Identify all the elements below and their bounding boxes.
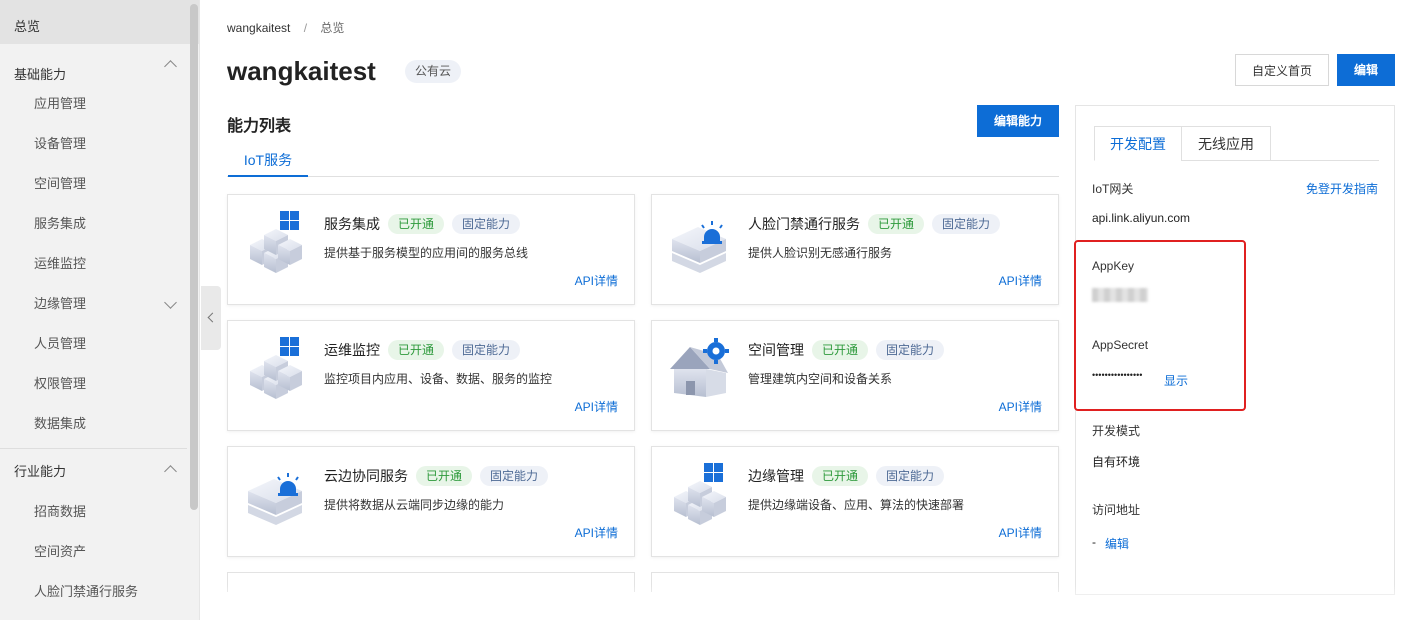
cubes-icon bbox=[242, 335, 310, 403]
api-details-link[interactable]: API详情 bbox=[575, 398, 618, 415]
sidebar-item-label: 边缘管理 bbox=[34, 296, 87, 311]
sidebar-scrollbar[interactable] bbox=[190, 4, 198, 510]
sidebar-item-service-integration[interactable]: 服务集成 bbox=[0, 204, 199, 244]
gateway-label: IoT网关 bbox=[1092, 182, 1134, 196]
sidebar-item-ops-monitoring[interactable]: 运维监控 bbox=[0, 244, 199, 284]
dev-mode-label: 开发模式 bbox=[1092, 424, 1141, 438]
api-details-link[interactable]: API详情 bbox=[999, 272, 1042, 289]
edit-button[interactable]: 编辑 bbox=[1337, 54, 1395, 86]
breadcrumb-separator: / bbox=[303, 21, 308, 35]
sidebar-group-basic[interactable]: 基础能力 bbox=[0, 44, 199, 84]
sidebar-item-app-management[interactable]: 应用管理 bbox=[0, 84, 199, 124]
bottom-fade bbox=[200, 585, 1421, 620]
status-badge: 已开通 bbox=[388, 340, 445, 360]
capability-card-face-access[interactable]: 人脸门禁通行服务 已开通 固定能力 提供人脸识别无感通行服务 API详情 bbox=[651, 194, 1059, 305]
section-title: 能力列表 bbox=[227, 118, 292, 135]
sidebar-item-personnel[interactable]: 人员管理 bbox=[0, 324, 199, 364]
house-gear-icon bbox=[666, 335, 734, 403]
status-badge: 已开通 bbox=[416, 466, 473, 486]
api-details-link[interactable]: API详情 bbox=[575, 272, 618, 289]
panel-tabs: 开发配置 无线应用 bbox=[1094, 126, 1379, 161]
sidebar-group-industry[interactable]: 行业能力 bbox=[0, 448, 187, 492]
guide-link[interactable]: 免登开发指南 bbox=[1306, 180, 1378, 197]
access-address-dash: - bbox=[1092, 535, 1096, 549]
server-alarm-icon bbox=[242, 461, 310, 529]
card-description: 提供边缘端设备、应用、算法的快速部署 bbox=[748, 498, 965, 512]
card-description: 提供人脸识别无感通行服务 bbox=[748, 246, 893, 260]
status-badge: 已开通 bbox=[812, 466, 869, 486]
capability-card-ops-monitoring[interactable]: 运维监控 已开通 固定能力 监控项目内应用、设备、数据、服务的监控 API详情 bbox=[227, 320, 635, 431]
access-address-label: 访问地址 bbox=[1092, 503, 1141, 517]
card-title: 服务集成 bbox=[324, 216, 380, 232]
card-description: 提供基于服务模型的应用间的服务总线 bbox=[324, 246, 529, 260]
card-title: 云边协同服务 bbox=[324, 468, 408, 484]
sidebar-group-label: 行业能力 bbox=[14, 464, 67, 479]
type-badge: 固定能力 bbox=[876, 340, 945, 360]
breadcrumb-current: 总览 bbox=[320, 21, 345, 35]
capability-card-space-management[interactable]: 空间管理 已开通 固定能力 管理建筑内空间和设备关系 API详情 bbox=[651, 320, 1059, 431]
card-title: 运维监控 bbox=[324, 342, 380, 358]
sidebar-item-permissions[interactable]: 权限管理 bbox=[0, 364, 199, 404]
sidebar-collapse-button[interactable] bbox=[201, 286, 221, 350]
card-description: 提供将数据从云端同步边缘的能力 bbox=[324, 498, 505, 512]
breadcrumb: wangkaitest / 总览 bbox=[227, 19, 344, 36]
capability-card-cloud-edge[interactable]: 云边协同服务 已开通 固定能力 提供将数据从云端同步边缘的能力 API详情 bbox=[227, 446, 635, 557]
type-badge: 固定能力 bbox=[480, 466, 549, 486]
cubes-icon bbox=[666, 461, 734, 529]
edit-capabilities-button[interactable]: 编辑能力 bbox=[977, 105, 1059, 137]
status-badge: 已开通 bbox=[812, 340, 869, 360]
sidebar-item-space-management[interactable]: 空间管理 bbox=[0, 164, 199, 204]
sidebar-group-label: 基础能力 bbox=[14, 67, 67, 82]
type-badge: 固定能力 bbox=[932, 214, 1001, 234]
status-badge: 已开通 bbox=[868, 214, 925, 234]
gateway-value: api.link.aliyun.com bbox=[1092, 211, 1191, 225]
sidebar-item-space-assets[interactable]: 空间资产 bbox=[0, 532, 199, 572]
sidebar-item-data-integration[interactable]: 数据集成 bbox=[0, 404, 199, 444]
card-title: 空间管理 bbox=[748, 342, 804, 358]
sidebar-item-device-management[interactable]: 设备管理 bbox=[0, 124, 199, 164]
chevron-up-icon[interactable] bbox=[164, 60, 177, 73]
capability-card-edge-management[interactable]: 边缘管理 已开通 固定能力 提供边缘端设备、应用、算法的快速部署 API详情 bbox=[651, 446, 1059, 557]
chevron-up-icon[interactable] bbox=[164, 465, 177, 478]
page-title: wangkaitest bbox=[227, 56, 376, 86]
capability-card-service-integration[interactable]: 服务集成 已开通 固定能力 提供基于服务模型的应用间的服务总线 API详情 bbox=[227, 194, 635, 305]
sidebar: 总览 基础能力 应用管理 设备管理 空间管理 服务集成 运维监控 边缘管理 人员… bbox=[0, 0, 200, 620]
api-details-link[interactable]: API详情 bbox=[999, 398, 1042, 415]
access-address-edit-link[interactable]: 编辑 bbox=[1105, 535, 1129, 552]
card-title: 边缘管理 bbox=[748, 468, 804, 484]
tab-dev-config[interactable]: 开发配置 bbox=[1094, 126, 1182, 161]
sidebar-item-overview[interactable]: 总览 bbox=[0, 0, 199, 44]
card-description: 管理建筑内空间和设备关系 bbox=[748, 372, 893, 386]
type-badge: 固定能力 bbox=[876, 466, 945, 486]
server-alarm-icon bbox=[666, 209, 734, 277]
breadcrumb-project[interactable]: wangkaitest bbox=[227, 21, 290, 35]
sidebar-item-edge-management[interactable]: 边缘管理 bbox=[0, 284, 199, 324]
type-badge: 固定能力 bbox=[452, 214, 521, 234]
type-badge: 固定能力 bbox=[452, 340, 521, 360]
sidebar-item-face-access[interactable]: 人脸门禁通行服务 bbox=[0, 572, 199, 612]
cloud-type-badge: 公有云 bbox=[405, 60, 462, 83]
tabs-divider bbox=[227, 176, 1059, 177]
custom-home-button[interactable]: 自定义首页 bbox=[1235, 54, 1329, 86]
status-badge: 已开通 bbox=[388, 214, 445, 234]
chevron-down-icon[interactable] bbox=[164, 296, 177, 309]
tab-iot-service[interactable]: IoT服务 bbox=[228, 150, 308, 177]
cubes-icon bbox=[242, 209, 310, 277]
highlight-box bbox=[1074, 240, 1246, 411]
card-title: 人脸门禁通行服务 bbox=[748, 216, 860, 232]
dev-mode-value: 自有环境 bbox=[1092, 455, 1141, 469]
card-description: 监控项目内应用、设备、数据、服务的监控 bbox=[324, 372, 553, 386]
api-details-link[interactable]: API详情 bbox=[575, 524, 618, 541]
sidebar-item-investment-data[interactable]: 招商数据 bbox=[0, 492, 199, 532]
api-details-link[interactable]: API详情 bbox=[999, 524, 1042, 541]
tab-wireless-app[interactable]: 无线应用 bbox=[1181, 126, 1271, 161]
